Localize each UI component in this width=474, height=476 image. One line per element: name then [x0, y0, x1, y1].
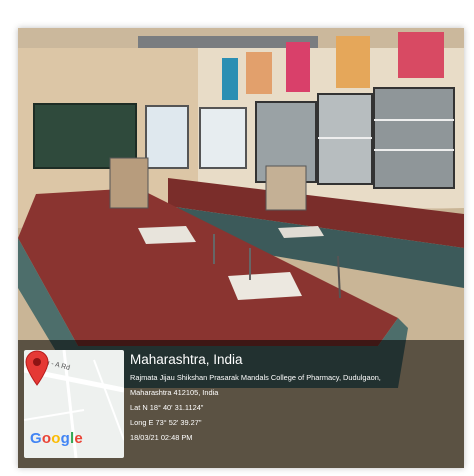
poster-red [398, 32, 444, 78]
lab-photo: Dehu - A Rd Google Maharashtra, India Ra… [18, 28, 464, 468]
poster-orange [246, 52, 272, 94]
longitude: Long E 73° 52' 39.27" [130, 418, 202, 427]
sink-3 [278, 226, 324, 238]
poster-blue [222, 58, 238, 100]
latitude: Lat N 18° 40' 31.1124" [130, 403, 204, 412]
location-title: Maharashtra, India [130, 352, 243, 367]
address-line-1: Rajmata Jijau Shikshan Prasarak Mandals … [130, 373, 381, 382]
map-thumbnail[interactable]: Dehu - A Rd Google [24, 350, 124, 458]
water-bath [109, 157, 149, 209]
map-pin-icon [25, 350, 49, 386]
rack [265, 165, 307, 211]
sink-1 [138, 226, 196, 244]
google-logo-letter: G [30, 430, 42, 447]
google-logo: Google [30, 430, 83, 447]
google-logo-letter: e [74, 430, 83, 447]
address-line-2: Maharashtra 412105, India [130, 388, 219, 397]
google-logo-letter: g [60, 430, 70, 447]
cabinet-3 [373, 87, 455, 189]
timestamp: 18/03/21 02:48 PM [130, 433, 193, 442]
geotag-overlay: Dehu - A Rd Google Maharashtra, India Ra… [18, 340, 464, 468]
google-logo-letter: o [51, 430, 61, 447]
geotag-text: Maharashtra, India Rajmata Jijau Shiksha… [130, 352, 381, 448]
window-center [199, 107, 247, 169]
sink-2 [228, 272, 302, 300]
google-logo-letter: o [41, 430, 52, 447]
window-left [145, 105, 189, 169]
poster-amber [336, 36, 370, 88]
poster-pink [286, 42, 310, 92]
